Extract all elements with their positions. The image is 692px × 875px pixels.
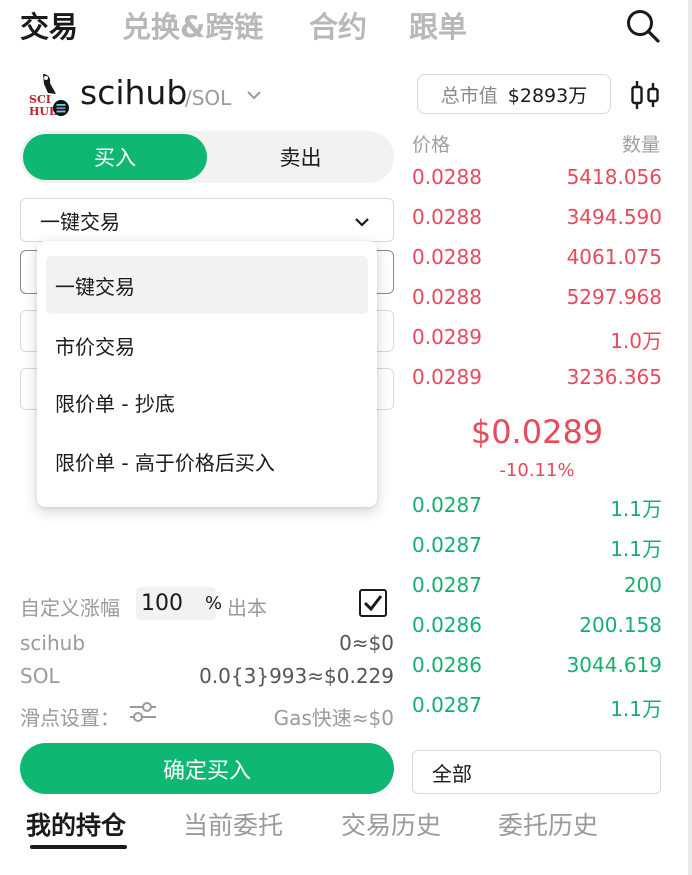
bid-qty: 3044.619 [566, 653, 662, 677]
ask-row[interactable]: 0.0288 4061.075 [412, 245, 662, 269]
order-type-dropdown: 一键交易 市价交易 限价单 - 抄底 限价单 - 高于价格后买入 [37, 241, 377, 507]
sell-tab[interactable]: 卖出 [210, 134, 391, 180]
sliders-icon[interactable] [128, 700, 158, 724]
bid-qty: 1.1万 [610, 697, 662, 721]
percent-sign: % [205, 593, 223, 614]
ask-qty: 3236.365 [566, 365, 662, 389]
ask-row[interactable]: 0.0289 3236.365 [412, 365, 662, 389]
take-profit-label: 出本 [227, 596, 267, 620]
tab-my-positions[interactable]: 我的持仓 [26, 806, 126, 842]
token-balance-value: 0≈$0 [339, 631, 394, 655]
sol-balance-value: 0.0{3}993≈$0.229 [199, 664, 394, 688]
bid-price: 0.0287 [412, 693, 482, 717]
buy-tab[interactable]: 买入 [23, 134, 207, 180]
ask-qty: 1.0万 [610, 329, 662, 353]
bid-qty: 200.158 [579, 613, 662, 637]
take-profit-checkbox[interactable] [359, 589, 387, 617]
sol-balance-label: SOL [20, 664, 60, 688]
ask-row[interactable]: 0.0288 5297.968 [412, 285, 662, 309]
bid-price: 0.0286 [412, 613, 482, 637]
ask-row[interactable]: 0.0288 5418.056 [412, 165, 662, 189]
tab-order-history[interactable]: 委托历史 [498, 806, 598, 842]
order-book-filter-select[interactable]: 全部 [412, 750, 661, 794]
ask-qty: 5418.056 [566, 165, 662, 189]
market-cap-value: $2893万 [507, 84, 588, 107]
chevron-down-icon [353, 212, 371, 230]
bid-row[interactable]: 0.0287 1.1万 [412, 693, 662, 721]
bid-price: 0.0286 [412, 653, 482, 677]
bid-price: 0.0287 [412, 533, 482, 557]
ask-price: 0.0289 [412, 365, 482, 389]
candlestick-chart-icon[interactable] [628, 78, 662, 112]
market-cap-label: 总市值 [440, 84, 498, 107]
custom-rise-input[interactable]: 100 % [136, 587, 222, 620]
custom-rise-label: 自定义涨幅 [20, 596, 120, 620]
bid-row[interactable]: 0.0287 1.1万 [412, 493, 662, 521]
ask-price: 0.0289 [412, 325, 482, 349]
chevron-down-icon[interactable] [245, 86, 263, 104]
option-one-click-trade[interactable]: 一键交易 [46, 256, 368, 314]
bid-row[interactable]: 0.0286 200.158 [412, 613, 662, 637]
bid-qty: 1.1万 [610, 497, 662, 521]
bid-price: 0.0287 [412, 493, 482, 517]
order-type-selected: 一键交易 [40, 209, 120, 234]
tab-trade-history[interactable]: 交易历史 [341, 806, 441, 842]
token-logo: SCI HUB [26, 72, 70, 118]
tab-copy-trade[interactable]: 跟单 [409, 4, 467, 46]
tab-futures[interactable]: 合约 [309, 4, 367, 46]
bid-price: 0.0287 [412, 573, 482, 597]
ask-price: 0.0288 [412, 285, 482, 309]
ask-row[interactable]: 0.0288 3494.590 [412, 205, 662, 229]
option-limit-buy-above[interactable]: 限价单 - 高于价格后买入 [46, 432, 368, 490]
option-market-trade[interactable]: 市价交易 [46, 316, 368, 374]
confirm-buy-button[interactable]: 确定买入 [20, 743, 394, 794]
tab-open-orders[interactable]: 当前委托 [183, 806, 283, 842]
ask-row[interactable]: 0.0289 1.0万 [412, 325, 662, 353]
option-limit-buy-dip[interactable]: 限价单 - 抄底 [46, 373, 368, 431]
ask-price: 0.0288 [412, 245, 482, 269]
active-tab-indicator [30, 845, 127, 849]
ask-qty: 5297.968 [566, 285, 662, 309]
slippage-label: 滑点设置： [20, 706, 120, 730]
bid-qty: 1.1万 [610, 537, 662, 561]
bid-row[interactable]: 0.0287 1.1万 [412, 533, 662, 561]
custom-rise-value: 100 [141, 591, 183, 616]
market-cap-badge: 总市值 $2893万 [417, 74, 611, 114]
order-type-select[interactable]: 一键交易 [20, 198, 394, 242]
ask-qty: 3494.590 [566, 205, 662, 229]
quantity-header: 数量 [622, 134, 661, 156]
bid-qty: 200 [623, 573, 662, 597]
last-price: $0.0289 [470, 413, 604, 451]
ask-price: 0.0288 [412, 205, 482, 229]
token-name[interactable]: scihub [80, 73, 187, 112]
price-change: -10.11% [499, 460, 575, 481]
search-icon[interactable] [624, 7, 662, 45]
scrollbar-track[interactable] [688, 0, 692, 875]
gas-setting[interactable]: Gas快速≈$0 [274, 702, 394, 731]
bid-row[interactable]: 0.0286 3044.619 [412, 653, 662, 677]
token-pair[interactable]: /SOL [185, 86, 231, 110]
filter-value: 全部 [432, 761, 472, 786]
token-balance-label: scihub [20, 631, 86, 655]
bid-row[interactable]: 0.0287 200 [412, 573, 662, 597]
tab-trade[interactable]: 交易 [20, 4, 78, 46]
buy-sell-toggle: 买入 卖出 [20, 131, 394, 183]
price-header: 价格 [412, 134, 451, 156]
ask-price: 0.0288 [412, 165, 482, 189]
ask-qty: 4061.075 [566, 245, 662, 269]
tab-swap-bridge[interactable]: 兑换&跨链 [122, 4, 263, 46]
